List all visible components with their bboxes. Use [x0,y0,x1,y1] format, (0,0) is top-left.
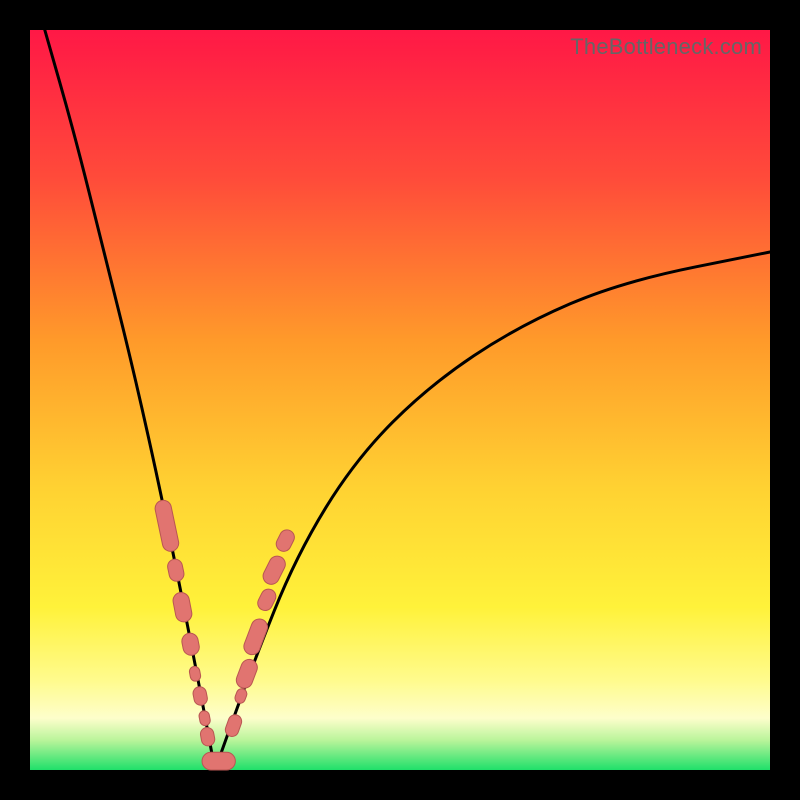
plot-area: TheBottleneck.com [30,30,770,770]
chart-frame: TheBottleneck.com [0,0,800,800]
watermark-text: TheBottleneck.com [570,34,762,60]
chart-svg [30,30,770,770]
data-blob [202,752,235,770]
